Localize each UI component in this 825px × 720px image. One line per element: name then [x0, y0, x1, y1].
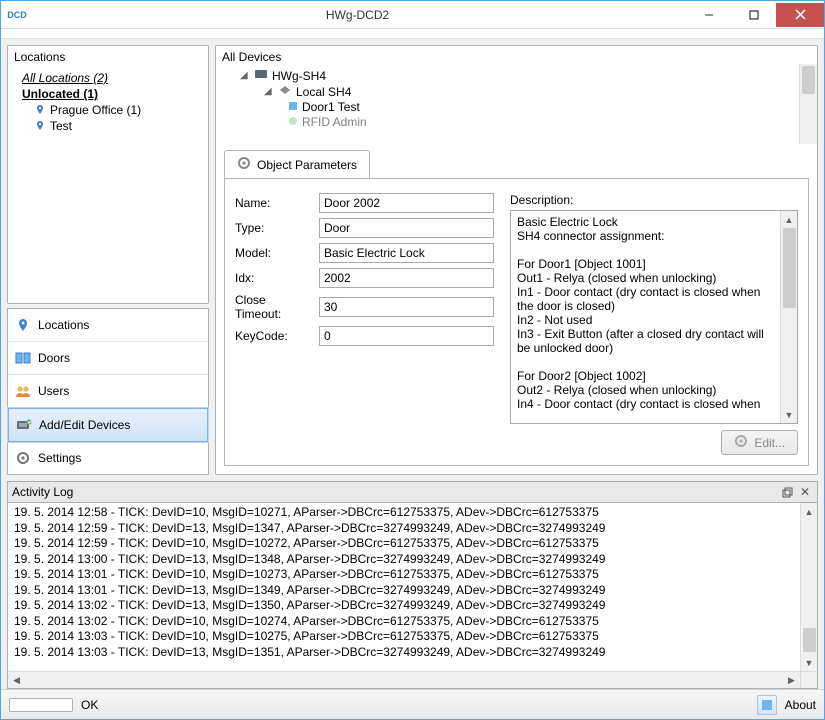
locations-tree[interactable]: All Locations (2) Unlocated (1) Prague O… — [12, 70, 204, 299]
idx-label: Idx: — [235, 271, 313, 285]
gear-icon — [14, 450, 32, 466]
device-tree[interactable]: ◢HWg-SH4 ◢Local SH4 Door1 Test RFID Admi… — [216, 64, 817, 134]
log-line: 19. 5. 2014 13:03 - TICK: DevID=10, MsgI… — [14, 629, 797, 645]
log-line: 19. 5. 2014 13:01 - TICK: DevID=10, MsgI… — [14, 567, 797, 583]
gear-icon — [237, 156, 251, 173]
description-line: Basic Electric Lock — [517, 215, 777, 229]
door-icon — [14, 350, 32, 366]
description-line: For Door1 [Object 1001] — [517, 257, 777, 271]
description-line: In1 - Door contact (dry contact is close… — [517, 285, 777, 313]
window-title: HWg-DCD2 — [29, 8, 686, 22]
type-label: Type: — [235, 221, 313, 235]
log-vertical-scrollbar[interactable]: ▲▼ — [800, 503, 817, 671]
about-label: About — [785, 698, 816, 712]
name-input[interactable] — [319, 193, 494, 213]
log-line: 19. 5. 2014 12:59 - TICK: DevID=13, MsgI… — [14, 521, 797, 537]
status-ok: OK — [81, 698, 98, 712]
log-line: 19. 5. 2014 13:01 - TICK: DevID=13, MsgI… — [14, 583, 797, 599]
tree-local-sh4[interactable]: ◢Local SH4 — [224, 84, 809, 100]
locations-header: Locations — [12, 50, 204, 70]
description-line: In3 - Exit Button (after a closed dry co… — [517, 327, 777, 355]
description-line: Out1 - Relya (closed when unlocking) — [517, 271, 777, 285]
users-icon — [14, 383, 32, 399]
tree-rfid-admin[interactable]: RFID Admin — [224, 115, 809, 130]
door-icon — [288, 100, 298, 114]
log-line: 19. 5. 2014 12:59 - TICK: DevID=10, MsgI… — [14, 536, 797, 552]
device-icon — [15, 417, 33, 433]
nav-locations[interactable]: Locations — [8, 309, 208, 342]
log-line: 19. 5. 2014 13:02 - TICK: DevID=10, MsgI… — [14, 614, 797, 630]
log-close-button[interactable]: ✕ — [797, 485, 813, 499]
all-devices-header: All Devices — [216, 46, 817, 64]
description-line: In2 - Not used — [517, 313, 777, 327]
status-bar: OK About — [1, 689, 824, 719]
log-restore-button[interactable] — [779, 485, 795, 499]
description-scrollbar[interactable]: ▲▼ — [780, 211, 797, 423]
pin-icon — [14, 317, 32, 333]
tree-unlocated[interactable]: Unlocated (1) — [12, 86, 204, 102]
close-button[interactable] — [776, 3, 824, 27]
tab-object-parameters[interactable]: Object Parameters — [224, 150, 370, 178]
pin-icon — [34, 104, 46, 116]
description-label: Description: — [510, 193, 798, 207]
name-label: Name: — [235, 196, 313, 210]
user-icon — [288, 115, 298, 129]
description-line: Out2 - Relya (closed when unlocking) — [517, 383, 777, 397]
tree-all-locations[interactable]: All Locations (2) — [12, 70, 204, 86]
device-tree-scrollbar[interactable] — [799, 64, 817, 144]
close-timeout-input[interactable] — [319, 297, 494, 317]
tree-door1-test[interactable]: Door1 Test — [224, 100, 809, 115]
description-line — [517, 243, 777, 257]
device-icon — [254, 68, 268, 83]
description-line — [517, 355, 777, 369]
app-icon: DCD — [1, 1, 29, 29]
model-label: Model: — [235, 246, 313, 260]
maximize-button[interactable] — [731, 3, 776, 27]
activity-log-body[interactable]: 19. 5. 2014 12:58 - TICK: DevID=10, MsgI… — [7, 503, 818, 689]
nav-settings[interactable]: Settings — [8, 442, 208, 474]
progress-bar — [9, 698, 73, 712]
nav-list: Locations Doors Users Add/Edit Devices S… — [7, 308, 209, 475]
locations-panel: Locations All Locations (2) Unlocated (1… — [7, 45, 209, 304]
pin-icon — [34, 120, 46, 132]
keycode-input[interactable] — [319, 326, 494, 346]
description-textarea[interactable]: Basic Electric LockSH4 connector assignm… — [510, 210, 798, 424]
about-icon[interactable] — [757, 695, 777, 715]
chip-icon — [278, 84, 292, 99]
model-input[interactable] — [319, 243, 494, 263]
tree-test[interactable]: Test — [12, 118, 204, 134]
tree-prague-office[interactable]: Prague Office (1) — [12, 102, 204, 118]
nav-users[interactable]: Users — [8, 375, 208, 408]
description-line: SH4 connector assignment: — [517, 229, 777, 243]
idx-input[interactable] — [319, 268, 494, 288]
type-input[interactable] — [319, 218, 494, 238]
log-line: 19. 5. 2014 12:58 - TICK: DevID=10, MsgI… — [14, 505, 797, 521]
title-bar: DCD HWg-DCD2 — [1, 1, 824, 29]
toolbar-strip — [1, 29, 824, 39]
log-line: 19. 5. 2014 13:03 - TICK: DevID=13, MsgI… — [14, 645, 797, 661]
nav-doors[interactable]: Doors — [8, 342, 208, 375]
minimize-button[interactable] — [686, 3, 731, 27]
tree-root-device[interactable]: ◢HWg-SH4 — [224, 68, 809, 84]
keycode-label: KeyCode: — [235, 329, 313, 343]
log-line: 19. 5. 2014 13:02 - TICK: DevID=13, MsgI… — [14, 598, 797, 614]
close-timeout-label: Close Timeout: — [235, 293, 313, 321]
edit-button[interactable]: Edit... — [721, 430, 798, 455]
log-line: 19. 5. 2014 13:00 - TICK: DevID=13, MsgI… — [14, 552, 797, 568]
nav-add-edit-devices[interactable]: Add/Edit Devices — [8, 408, 208, 442]
description-line: In4 - Door contact (dry contact is close… — [517, 397, 777, 411]
description-line: For Door2 [Object 1002] — [517, 369, 777, 383]
activity-log-header: Activity Log ✕ — [7, 481, 818, 503]
gear-icon — [734, 434, 748, 451]
log-horizontal-scrollbar[interactable]: ◀▶ — [8, 671, 800, 688]
